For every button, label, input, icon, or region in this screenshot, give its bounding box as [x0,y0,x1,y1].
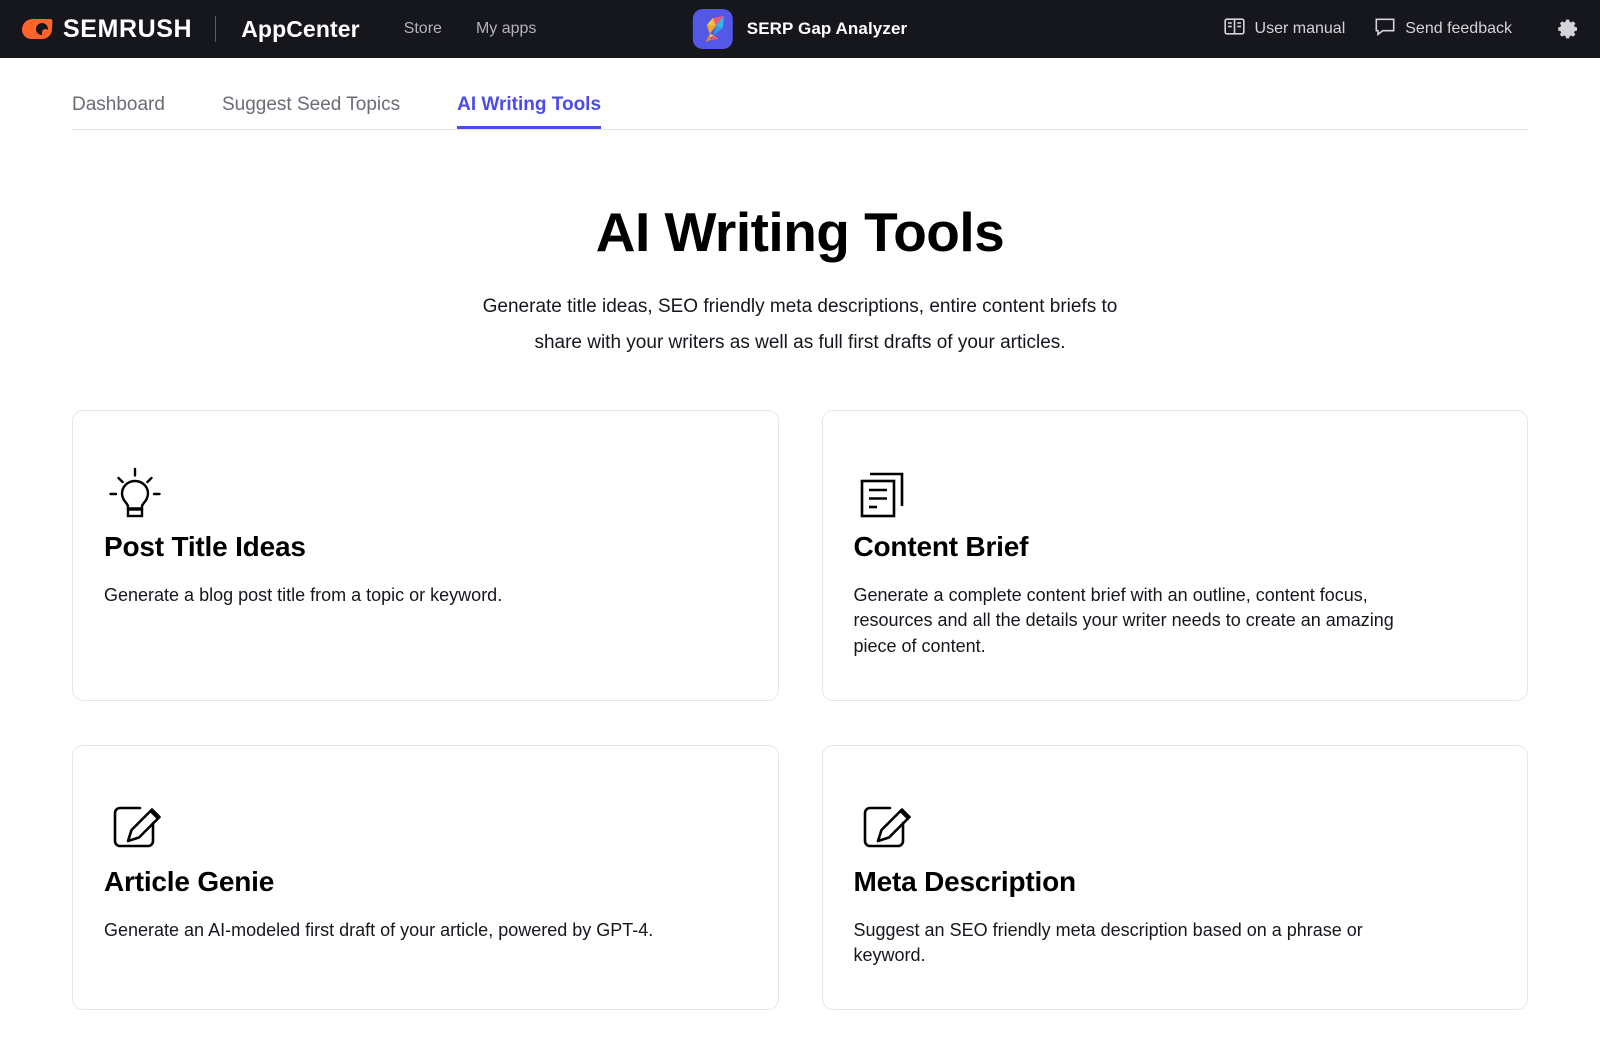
hummingbird-app-icon [692,9,733,49]
tab-suggest-seed-topics[interactable]: Suggest Seed Topics [222,94,400,129]
edit-pencil-icon [104,796,747,856]
semrush-wordmark: SEMRUSH [63,14,193,43]
nav-item-my-apps[interactable]: My apps [476,20,536,38]
tab-dashboard[interactable]: Dashboard [72,94,165,129]
user-manual-button[interactable]: User manual [1223,17,1346,41]
tool-card-description: Suggest an SEO friendly meta description… [853,919,1363,966]
tool-card-post-title-ideas[interactable]: Post Title Ideas Generate a blog post ti… [72,409,779,701]
app-title: SERP Gap Analyzer [746,19,908,38]
user-manual-label: User manual [1254,20,1346,37]
lightbulb-icon [104,461,747,521]
tool-card-article-genie[interactable]: Article Genie Generate an AI-modeled fir… [72,744,779,1010]
speech-bubble-icon [1375,17,1395,41]
tab-bar: Dashboard Suggest Seed Topics AI Writing… [0,94,1600,129]
brand-divider [215,16,217,42]
appcenter-wordmark: AppCenter [241,15,360,42]
page-subtitle-line-2: share with your writers as well as full … [534,331,1066,353]
tab-ai-writing-tools[interactable]: AI Writing Tools [457,94,601,129]
page-subtitle-line-1: Generate title ideas, SEO friendly meta … [482,295,1118,317]
tool-card-title: Meta Description [853,865,1077,897]
top-nav: Store My apps [404,20,537,38]
send-feedback-button[interactable]: Send feedback [1375,17,1512,41]
gear-icon[interactable] [1556,17,1580,41]
tool-card-title: Post Title Ideas [104,530,306,562]
tool-card-description: Generate a blog post title from a topic … [104,584,503,605]
tool-card-description: Generate a complete content brief with a… [853,584,1394,657]
brand-logo[interactable]: SEMRUSH AppCenter [21,14,360,44]
page-header: AI Writing Tools Generate title ideas, S… [0,201,1600,361]
top-bar: SEMRUSH AppCenter Store My apps SERP Gap… [0,0,1600,58]
tab-bar-divider [72,129,1528,130]
tool-card-title: Article Genie [104,865,275,897]
nav-item-store[interactable]: Store [404,20,442,38]
book-icon [1223,17,1245,41]
tool-card-description: Generate an AI-modeled first draft of yo… [104,919,654,940]
edit-pencil-icon [854,796,1497,856]
current-app: SERP Gap Analyzer [692,9,908,49]
tool-card-content-brief[interactable]: Content Brief Generate a complete conten… [821,409,1528,701]
page-title: AI Writing Tools [595,201,1005,263]
stacked-documents-icon [854,461,1497,521]
page-subtitle: Generate title ideas, SEO friendly meta … [0,289,1600,361]
semrush-flame-icon [21,18,53,40]
send-feedback-label: Send feedback [1405,20,1512,37]
tool-card-grid: Post Title Ideas Generate a blog post ti… [72,409,1528,1010]
top-right-actions: User manual Send feedback [1223,17,1580,41]
tool-card-title: Content Brief [853,530,1029,562]
tool-card-meta-description[interactable]: Meta Description Suggest an SEO friendly… [821,744,1528,1010]
